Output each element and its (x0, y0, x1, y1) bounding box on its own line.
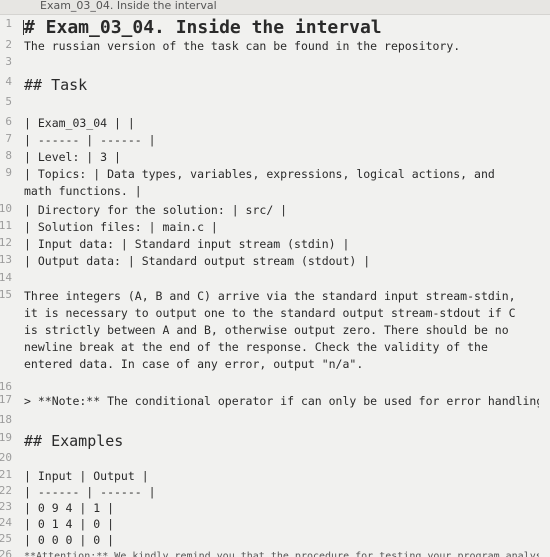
editor-line[interactable]: 11 | Solution files: | main.c | (0, 219, 550, 237)
line-number: 19 (0, 431, 12, 444)
editor-line[interactable]: 14 (0, 271, 550, 289)
line-number: 25 (0, 532, 12, 545)
line-number: 17 (0, 393, 12, 406)
line-text: | 0 9 4 | 1 | (24, 501, 115, 515)
line-number: 8 (5, 149, 12, 162)
line-number: 9 (5, 166, 12, 179)
editor-line[interactable]: 13 | Output data: | Standard output stre… (0, 253, 550, 271)
line-number: 6 (5, 115, 12, 128)
line-number: 23 (0, 500, 12, 513)
line-text: ## Task (24, 76, 88, 94)
line-number: 10 (0, 202, 12, 215)
line-text: Three integers (A, B and C) arrive via t… (24, 289, 516, 371)
line-text: | 0 1 4 | 0 | (24, 517, 115, 531)
code-editor[interactable]: 1 # Exam_03_04. Inside the interval 2 Th… (0, 14, 550, 557)
line-text: | Output data: | Standard output stream … (24, 254, 371, 268)
editor-line[interactable]: 26 **Attention:** We kindly remind you t… (0, 548, 550, 557)
editor-line[interactable]: 5 (0, 95, 550, 113)
line-text: > **Note:** The conditional operator if … (24, 394, 539, 408)
line-text: | Input data: | Standard input stream (s… (24, 237, 350, 251)
line-number: 21 (0, 468, 12, 481)
editor-line[interactable]: 3 (0, 55, 550, 73)
editor-line[interactable]: 7 | ------ | ------ | (0, 132, 550, 150)
line-number: 18 (0, 413, 12, 426)
editor-line[interactable]: 8 | Level: | 3 | (0, 149, 550, 167)
text-cursor (23, 20, 24, 35)
line-text: # Exam_03_04. Inside the interval (24, 17, 382, 38)
editor-line[interactable]: 12 | Input data: | Standard input stream… (0, 236, 550, 254)
line-text: **Attention:** We kindly remind you that… (24, 551, 539, 557)
editor-line[interactable]: 6 | Exam_03_04 | | (0, 115, 550, 133)
line-number: 7 (5, 132, 12, 145)
editor-line[interactable]: 15 Three integers (A, B and C) arrive vi… (0, 288, 550, 378)
line-text: | Input | Output | (24, 469, 149, 483)
line-text: The russian version of the task can be f… (24, 39, 461, 53)
line-text: | 0 0 0 | 0 | (24, 533, 115, 547)
editor-line[interactable]: 4 ## Task (0, 75, 550, 94)
line-text: | Exam_03_04 | | (24, 116, 135, 130)
line-number: 16 (0, 380, 12, 393)
line-text: | Topics: | Data types, variables, expre… (24, 167, 495, 198)
line-text: | ------ | ------ | (24, 485, 156, 499)
line-number: 12 (0, 236, 12, 249)
line-text: ## Examples (24, 432, 124, 450)
line-text: | Level: | 3 | (24, 150, 121, 164)
line-number: 11 (0, 219, 12, 232)
editor-line[interactable]: 20 (0, 451, 550, 469)
editor-line[interactable]: 17 > **Note:** The conditional operator … (0, 393, 550, 411)
editor-line[interactable]: 18 (0, 413, 550, 431)
line-number: 13 (0, 253, 12, 266)
line-number: 4 (5, 75, 12, 88)
editor-line[interactable]: 2 The russian version of the task can be… (0, 38, 550, 56)
line-number: 1 (5, 17, 12, 30)
line-number: 14 (0, 271, 12, 284)
line-number: 5 (5, 95, 12, 108)
tab-title[interactable]: Exam_03_04. Inside the interval (40, 0, 217, 12)
line-number: 3 (5, 55, 12, 68)
tab-bar: Exam_03_04. Inside the interval (0, 0, 550, 15)
line-number: 22 (0, 484, 12, 497)
line-number: 26 (0, 548, 12, 557)
line-text: | Directory for the solution: | src/ | (24, 203, 288, 217)
editor-line[interactable]: 9 | Topics: | Data types, variables, exp… (0, 166, 550, 201)
line-text: | Solution files: | main.c | (24, 220, 218, 234)
line-text: | ------ | ------ | (24, 133, 156, 147)
line-number: 24 (0, 516, 12, 529)
editor-line[interactable]: 1 # Exam_03_04. Inside the interval (0, 17, 550, 38)
line-number: 2 (5, 38, 12, 51)
editor-line[interactable]: 19 ## Examples (0, 431, 550, 450)
line-number: 15 (0, 288, 12, 301)
editor-line[interactable]: 10 | Directory for the solution: | src/ … (0, 202, 550, 220)
line-number: 20 (0, 451, 12, 464)
